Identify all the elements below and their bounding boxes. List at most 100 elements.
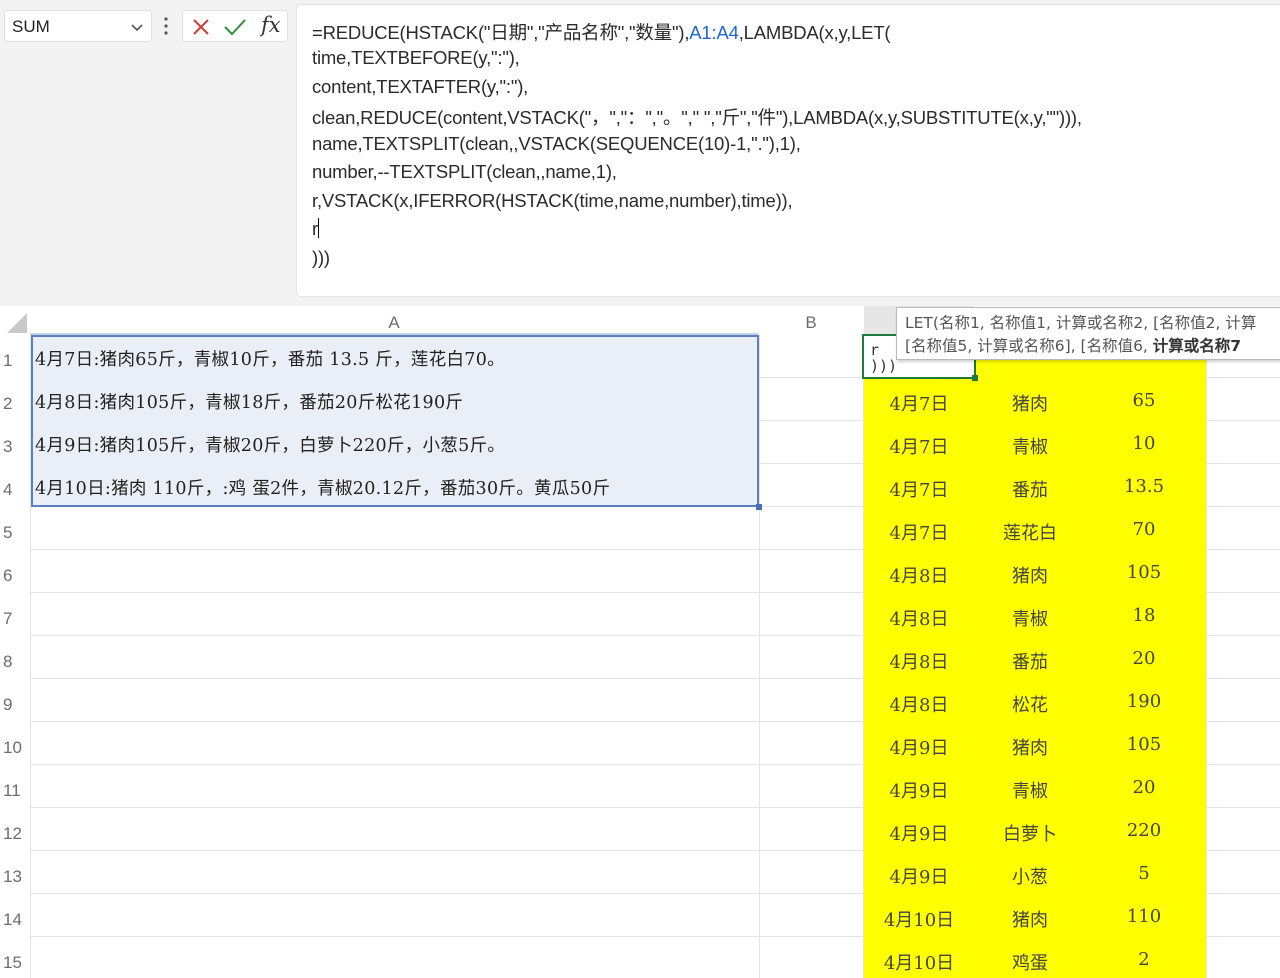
text-caret <box>317 218 319 238</box>
row-header[interactable]: 9 <box>0 679 30 722</box>
result-quantity-cell[interactable]: 13.5 <box>1089 476 1199 497</box>
result-product-cell[interactable]: 青椒 <box>975 777 1085 803</box>
column-header-b[interactable]: B <box>760 306 862 335</box>
active-fill-handle[interactable] <box>972 375 978 381</box>
formula-line: r <box>312 218 319 240</box>
cell-a2[interactable]: 4月8日:猪肉105斤，青椒18斤，番茄20斤松花190斤 <box>35 389 463 414</box>
result-quantity-cell[interactable]: 20 <box>1089 777 1199 798</box>
tooltip-line-2-prefix: [名称值5, 计算或名称6], [名称值6, <box>905 337 1153 355</box>
result-product-cell[interactable]: 鸡蛋 <box>975 949 1085 975</box>
result-product-cell[interactable]: 白萝卜 <box>975 820 1085 846</box>
result-product-cell[interactable]: 猪肉 <box>975 734 1085 760</box>
fill-handle[interactable] <box>756 504 762 510</box>
row-header[interactable]: 11 <box>0 765 30 808</box>
result-product-cell[interactable]: 猪肉 <box>975 906 1085 932</box>
row-header[interactable]: 3 <box>0 421 30 464</box>
result-quantity-cell[interactable]: 105 <box>1089 734 1199 755</box>
result-date-cell[interactable]: 4月7日 <box>864 390 974 416</box>
result-quantity-cell[interactable]: 105 <box>1089 562 1199 583</box>
column-gridline <box>1206 335 1207 978</box>
row-header[interactable]: 5 <box>0 507 30 550</box>
name-box[interactable]: SUM <box>4 10 152 42</box>
formula-line: time,TEXTBEFORE(y,":"), <box>312 47 520 69</box>
result-date-cell[interactable]: 4月10日 <box>864 906 974 932</box>
result-date-cell[interactable]: 4月7日 <box>864 476 974 502</box>
formula-text: clean,REDUCE(content,VSTACK("，","：","。",… <box>312 107 1082 128</box>
result-quantity-cell[interactable]: 190 <box>1089 691 1199 712</box>
formula-line: =REDUCE(HSTACK("日期","产品名称","数量"),A1:A4,L… <box>312 19 891 45</box>
name-box-value: SUM <box>12 17 50 36</box>
function-tooltip: LET(名称1, 名称值1, 计算或名称2, [名称值2, 计算 [名称值5, … <box>896 307 1280 360</box>
select-all-icon[interactable] <box>6 312 28 334</box>
formula-text: name,TEXTSPLIT(clean,,VSTACK(SEQUENCE(10… <box>312 133 801 154</box>
formula-line: r,VSTACK(x,IFERROR(HSTACK(time,name,numb… <box>312 190 793 212</box>
result-product-cell[interactable]: 猪肉 <box>975 390 1085 416</box>
result-product-cell[interactable]: 松花 <box>975 691 1085 717</box>
formula-text: time,TEXTBEFORE(y,":"), <box>312 47 520 68</box>
row-header[interactable]: 1 <box>0 335 30 378</box>
result-product-cell[interactable]: 小葱 <box>975 863 1085 889</box>
result-date-cell[interactable]: 4月8日 <box>864 562 974 588</box>
row-header[interactable]: 10 <box>0 722 30 765</box>
result-date-cell[interactable]: 4月9日 <box>864 734 974 760</box>
row-header[interactable]: 2 <box>0 378 30 421</box>
formula-text: ,LAMBDA(x,y,LET( <box>738 22 891 43</box>
row-header[interactable]: 14 <box>0 894 30 937</box>
result-quantity-cell[interactable]: 65 <box>1089 390 1199 411</box>
chevron-down-icon[interactable] <box>129 19 145 35</box>
result-date-cell[interactable]: 4月9日 <box>864 863 974 889</box>
result-product-cell[interactable]: 莲花白 <box>975 519 1085 545</box>
formula-text: number,--TEXTSPLIT(clean,,name,1), <box>312 161 617 182</box>
column-gridline <box>759 335 760 978</box>
formula-line: ))) <box>312 247 330 269</box>
tooltip-line-1: LET(名称1, 名称值1, 计算或名称2, [名称值2, 计算 <box>905 314 1257 332</box>
row-header[interactable]: 6 <box>0 550 30 593</box>
result-date-cell[interactable]: 4月8日 <box>864 648 974 674</box>
enter-check-icon[interactable] <box>223 17 247 37</box>
result-date-cell[interactable]: 4月9日 <box>864 777 974 803</box>
result-product-cell[interactable]: 番茄 <box>975 648 1085 674</box>
result-product-cell[interactable]: 猪肉 <box>975 562 1085 588</box>
cancel-icon[interactable] <box>191 17 211 37</box>
result-product-cell[interactable]: 番茄 <box>975 476 1085 502</box>
formula-buttons: fx <box>182 10 288 42</box>
formula-input[interactable]: =REDUCE(HSTACK("日期","产品名称","数量"),A1:A4,L… <box>296 4 1280 297</box>
formula-text: content,TEXTAFTER(y,":"), <box>312 76 529 97</box>
result-quantity-cell[interactable]: 18 <box>1089 605 1199 626</box>
result-quantity-cell[interactable]: 10 <box>1089 433 1199 454</box>
result-date-cell[interactable]: 4月7日 <box>864 433 974 459</box>
formula-range-reference: A1:A4 <box>689 22 739 43</box>
row-header[interactable]: 4 <box>0 464 30 507</box>
result-quantity-cell[interactable]: 2 <box>1089 949 1199 970</box>
result-product-cell[interactable]: 青椒 <box>975 433 1085 459</box>
more-options-icon[interactable] <box>160 14 172 38</box>
column-header-a[interactable]: A <box>30 306 758 335</box>
formula-text: r,VSTACK(x,IFERROR(HSTACK(time,name,numb… <box>312 190 793 211</box>
cell-a1[interactable]: 4月7日:猪肉65斤，青椒10斤，番茄 13.5 斤，莲花白70。 <box>35 346 505 371</box>
result-date-cell[interactable]: 4月10日 <box>864 949 974 975</box>
result-date-cell[interactable]: 4月8日 <box>864 605 974 631</box>
row-header[interactable]: 7 <box>0 593 30 636</box>
cell-a4[interactable]: 4月10日:猪肉 110斤，:鸡 蛋2件，青椒20.12斤，番茄30斤。黄瓜50… <box>35 475 610 500</box>
row-header[interactable]: 15 <box>0 937 30 978</box>
result-quantity-cell[interactable]: 110 <box>1089 906 1199 927</box>
formula-text: =REDUCE(HSTACK("日期","产品名称","数量"), <box>312 22 690 43</box>
formula-text: ))) <box>312 247 330 268</box>
result-quantity-cell[interactable]: 5 <box>1089 863 1199 884</box>
row-header[interactable]: 12 <box>0 808 30 851</box>
formula-line: number,--TEXTSPLIT(clean,,name,1), <box>312 161 617 183</box>
insert-function-icon[interactable]: fx <box>261 13 281 37</box>
row-header[interactable]: 13 <box>0 851 30 894</box>
result-quantity-cell[interactable]: 70 <box>1089 519 1199 540</box>
result-date-cell[interactable]: 4月7日 <box>864 519 974 545</box>
result-quantity-cell[interactable]: 20 <box>1089 648 1199 669</box>
tooltip-line-2: [名称值5, 计算或名称6], [名称值6, 计算或名称7 <box>905 335 1280 358</box>
result-product-cell[interactable]: 青椒 <box>975 605 1085 631</box>
row-header[interactable]: 8 <box>0 636 30 679</box>
result-date-cell[interactable]: 4月9日 <box>864 820 974 846</box>
cell-a3[interactable]: 4月9日:猪肉105斤，青椒20斤，白萝卜220斤，小葱5斤。 <box>35 432 505 457</box>
active-cell-text: r ))) <box>870 341 898 375</box>
result-quantity-cell[interactable]: 220 <box>1089 820 1199 841</box>
result-date-cell[interactable]: 4月8日 <box>864 691 974 717</box>
formula-line: clean,REDUCE(content,VSTACK("，","：","。",… <box>312 104 1082 130</box>
